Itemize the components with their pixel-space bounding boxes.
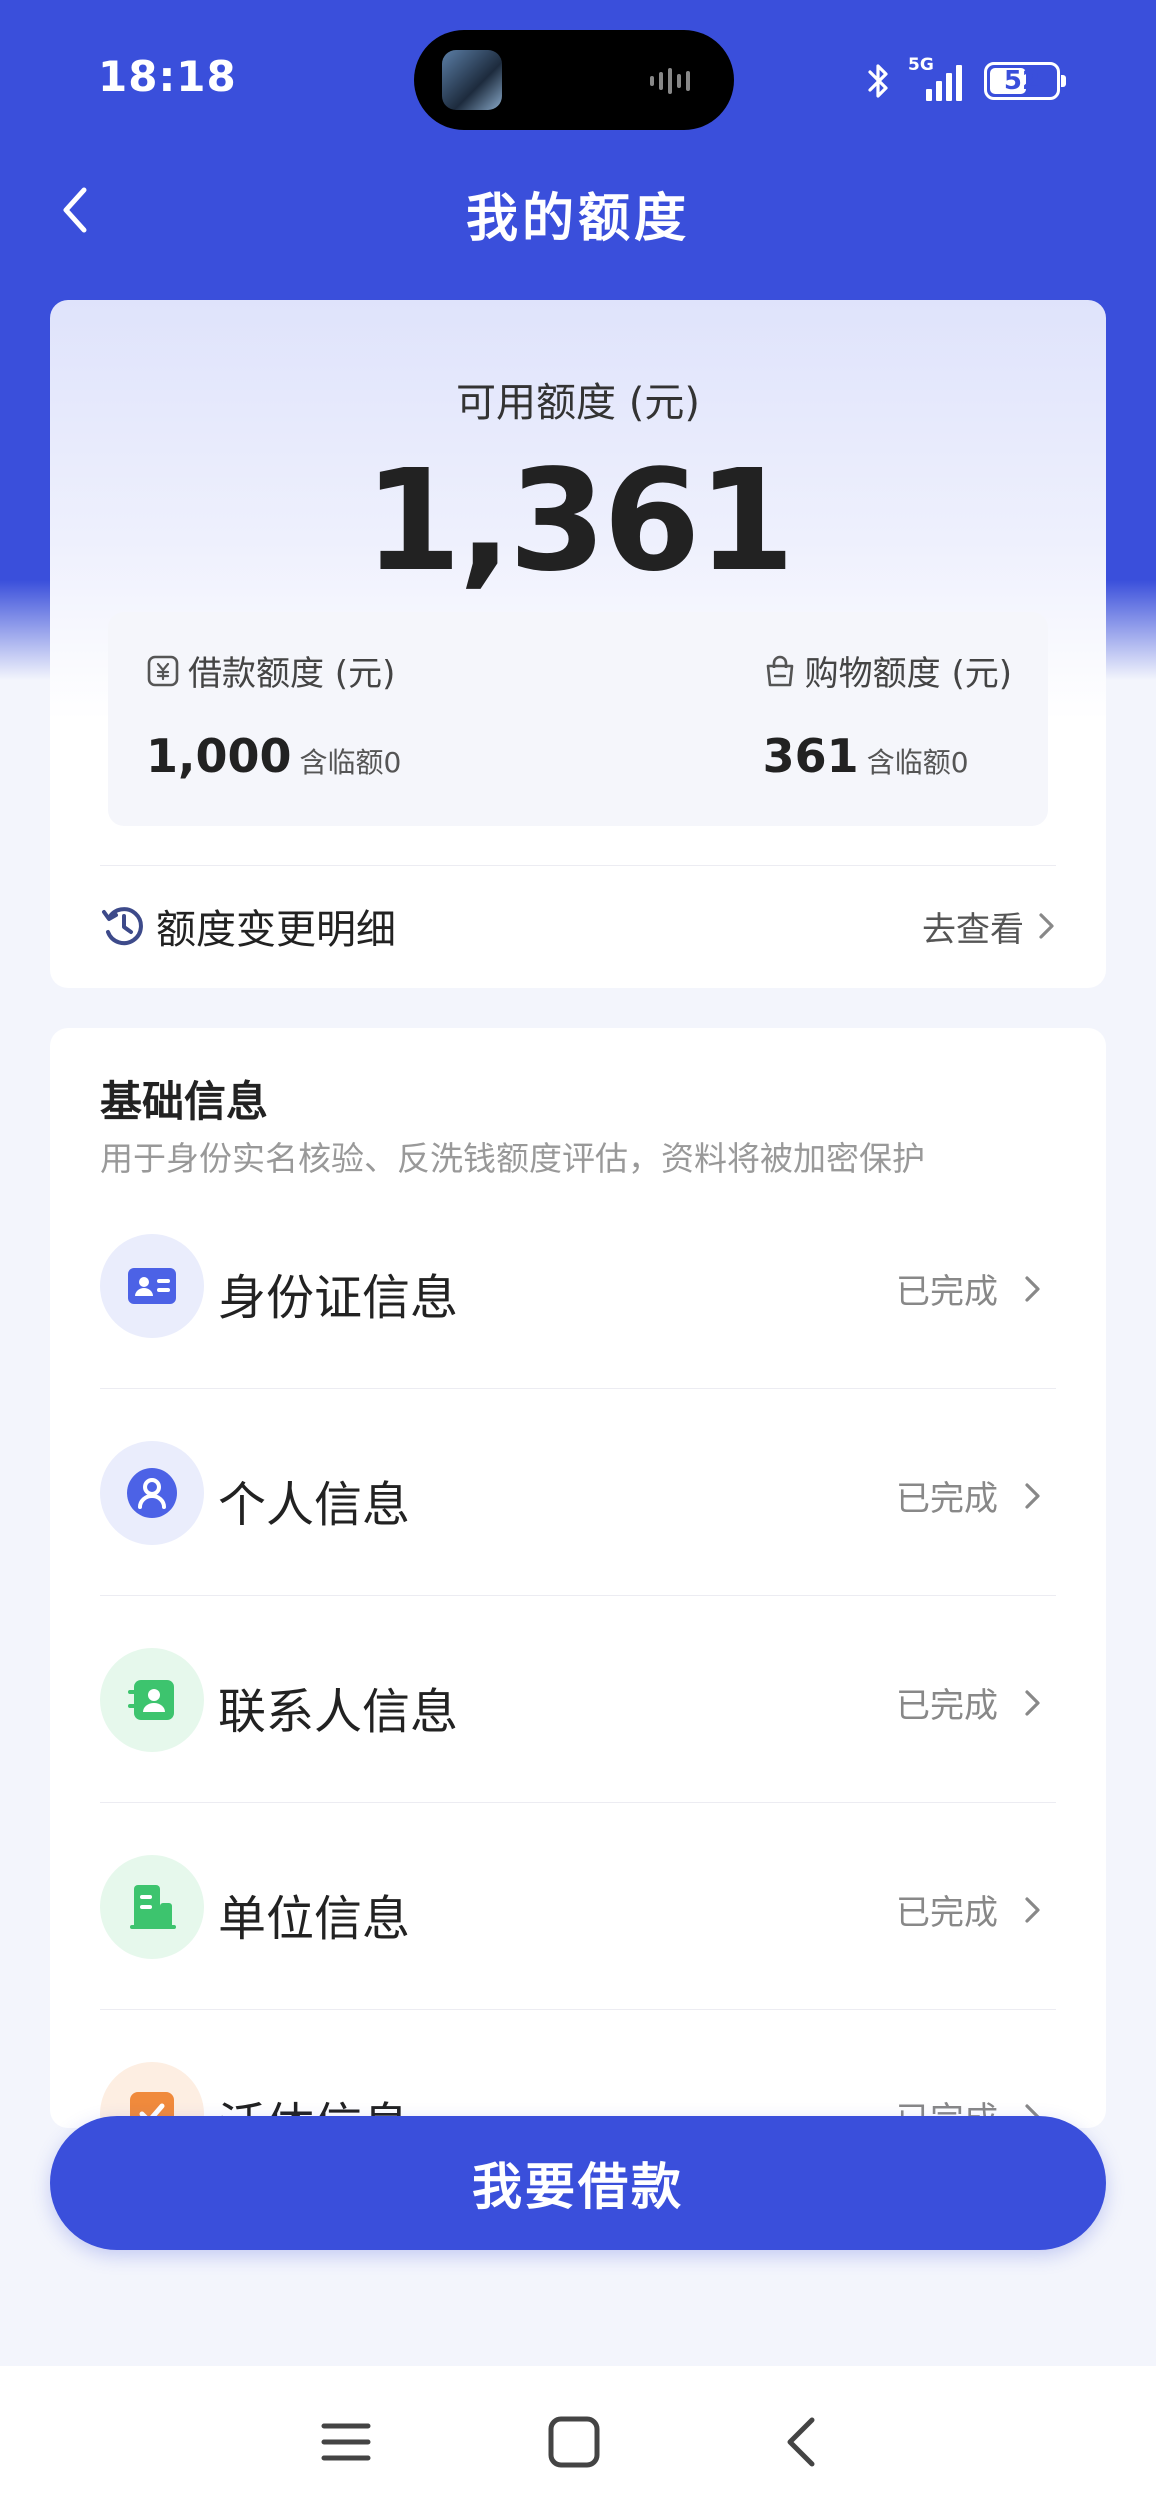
menu-icon[interactable] <box>316 2412 376 2472</box>
info-item-status: 已完成 <box>896 1686 998 1726</box>
available-quota-value: 1,361 <box>364 440 795 603</box>
basic-info-description: 用于身份实名核验、反洗钱额度评估，资料将被加密保护 <box>100 1139 925 1178</box>
contacts-icon <box>100 1648 204 1752</box>
quota-breakdown: 借款额度 (元) 1,000 含临额0 购物额度 (元) 361 含临额0 <box>108 612 1048 826</box>
view-history-text: 去查看 <box>922 909 1024 950</box>
battery-level: 52 <box>1003 66 1041 96</box>
loan-quota-amount: 1,000 <box>146 729 292 783</box>
quota-history-row[interactable]: 额度变更明细 去查看 <box>100 878 1056 974</box>
bluetooth-icon <box>868 64 888 98</box>
info-item-status: 已完成 <box>896 1479 998 1519</box>
info-item-personal[interactable]: 个人信息 已完成 <box>100 1389 1056 1596</box>
view-history-link[interactable]: 去查看 <box>922 878 1056 974</box>
audio-wave-icon <box>650 68 704 94</box>
loan-quota: 借款额度 (元) 1,000 含临额0 <box>146 646 401 783</box>
status-time: 18:18 <box>98 52 237 101</box>
info-item-label: 联系人信息 <box>218 1684 459 1740</box>
available-quota-label: 可用额度 (元) <box>456 380 700 426</box>
id-card-icon <box>100 1234 204 1338</box>
borrow-button[interactable]: 我要借款 <box>50 2116 1106 2250</box>
info-item-label: 单位信息 <box>218 1891 411 1947</box>
app-thumbnail-icon <box>442 50 502 110</box>
shopping-quota-amount: 361 <box>762 729 859 783</box>
chevron-right-icon <box>1025 1896 1040 1923</box>
info-item-status: 已完成 <box>896 1272 998 1312</box>
shopping-quota-label: 购物额度 (元) <box>804 654 1012 694</box>
home-icon[interactable] <box>544 2412 604 2472</box>
shopping-bag-icon <box>766 655 793 686</box>
chevron-right-icon <box>1025 1482 1040 1509</box>
info-item-label: 身份证信息 <box>218 1270 459 1326</box>
history-clock-icon <box>102 907 143 946</box>
chevron-right-icon <box>1039 913 1054 939</box>
loan-quota-label: 借款额度 (元) <box>188 654 396 694</box>
info-item-liveness[interactable]: 活体信息 已完成 <box>100 2010 1056 2128</box>
system-navigation-bar <box>0 2366 1156 2510</box>
info-item-employer[interactable]: 单位信息 已完成 <box>100 1803 1056 2010</box>
quota-card: 可用额度 (元) 1,361 借款额度 (元) 1,000 含临额0 购物额度 … <box>50 300 1106 988</box>
yuan-icon <box>147 655 179 686</box>
back-nav-icon[interactable] <box>772 2412 832 2472</box>
info-item-status: 已完成 <box>896 1893 998 1933</box>
shopping-quota-note: 含临额0 <box>866 746 969 779</box>
chevron-right-icon <box>1025 1689 1040 1716</box>
info-item-label: 个人信息 <box>218 1477 411 1533</box>
loan-quota-note: 含临额0 <box>299 746 402 779</box>
page-title: 我的额度 <box>465 189 690 249</box>
basic-info-card: 基础信息 用于身份实名核验、反洗钱额度评估，资料将被加密保护 身份证信息 已完成… <box>50 1028 1106 2128</box>
chevron-right-icon <box>1025 1275 1040 1302</box>
divider <box>100 865 1056 866</box>
battery-icon: 52 <box>984 62 1066 100</box>
building-icon <box>100 1855 204 1959</box>
basic-info-title: 基础信息 <box>100 1077 269 1126</box>
cellular-signal-icon: 5G <box>908 55 970 101</box>
shopping-quota: 购物额度 (元) 361 含临额0 <box>763 646 1012 783</box>
quota-history-label: 额度变更明细 <box>156 907 396 953</box>
info-item-contacts[interactable]: 联系人信息 已完成 <box>100 1596 1056 1803</box>
info-item-id-card[interactable]: 身份证信息 已完成 <box>100 1182 1056 1389</box>
person-icon <box>100 1441 204 1545</box>
status-bar: 18:18 5G 52 <box>0 0 1156 160</box>
dynamic-island <box>414 30 734 130</box>
